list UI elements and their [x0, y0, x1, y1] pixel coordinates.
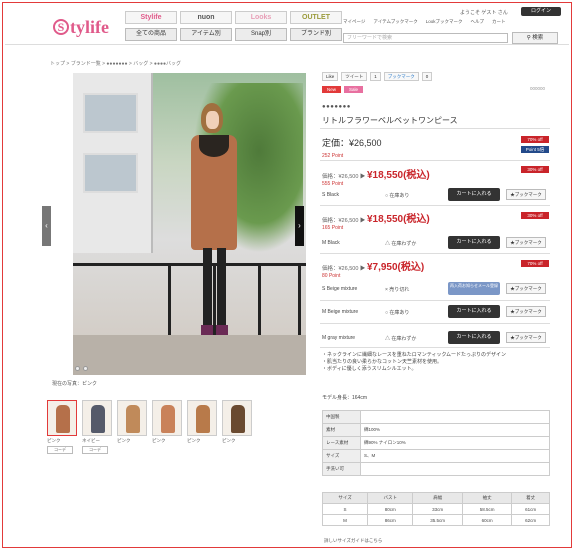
site-header: Stylife Stylife nuon Looks OUTLET 全ての商品 … — [5, 5, 569, 45]
bookmark-button[interactable]: ★ブックマーク — [506, 237, 546, 248]
thumbnail-item[interactable]: ピンク コーデ — [47, 400, 77, 457]
like-button[interactable]: Like — [322, 72, 339, 81]
variant-row: M gray mixture △ 在庫わずか カートに入れる ★ブックマーク — [322, 331, 550, 346]
brand-tab-stylife[interactable]: Stylife — [125, 11, 177, 24]
variant-price: 価格：¥26,500 ▶ ¥18,550(税込) 165 Point — [322, 214, 430, 231]
nav-tab-snap[interactable]: Snap別 — [235, 28, 287, 41]
restock-notify-button[interactable]: 再入荷お知らせメール登録 — [448, 282, 500, 295]
welcome-text: ようこそ ゲスト さん — [460, 10, 508, 16]
nav-tab-item[interactable]: アイテム別 — [180, 28, 232, 41]
link-mypage[interactable]: マイページ — [343, 19, 365, 25]
brand-tabs: Stylife nuon Looks OUTLET — [125, 11, 342, 24]
regular-price: 定価：¥26,500 252 Point — [322, 138, 382, 159]
new-badge: New — [322, 86, 342, 93]
brand-tab-outlet[interactable]: OUTLET — [290, 11, 342, 24]
model-figure — [183, 103, 243, 363]
tweet-button[interactable]: ツイート — [341, 72, 368, 81]
point-tag: Point 5倍 — [521, 146, 549, 153]
thumbnail-item[interactable]: ピンク — [222, 400, 252, 457]
link-cart[interactable]: カート — [492, 19, 506, 25]
thumbnail-item[interactable]: ピンク — [187, 400, 217, 457]
search-input[interactable]: フリーワードで検索 — [343, 33, 508, 43]
discount-tag: 70% off — [521, 136, 549, 143]
gallery-dots[interactable] — [75, 366, 88, 371]
link-item-bookmark[interactable]: アイテムブックマーク — [373, 19, 417, 25]
link-help[interactable]: ヘルプ — [470, 19, 484, 25]
table-row: M 86cm 35.5cm 60cm 62cm — [321, 514, 550, 526]
model-height: モデル身長：164cm — [322, 395, 368, 401]
variant-price: 価格：¥26,500 ▶ ¥18,550(税込) 555 Point — [322, 170, 430, 187]
top-links: マイページ アイテムブックマーク Lookブックマーク ヘルプ カート — [343, 19, 505, 25]
bookmark-button[interactable]: ★ブックマーク — [506, 283, 546, 294]
add-to-cart-button[interactable]: カートに入れる — [448, 236, 500, 249]
product-description: ・ネックラインに繊細なレースを重ねたロマンティックムードたっぷりのデザイン ・肌… — [322, 352, 507, 372]
add-to-cart-button[interactable]: カートに入れる — [448, 331, 500, 344]
discount-tag: 30% off — [521, 166, 549, 173]
tweet-count: 1 — [370, 72, 381, 81]
color-caption: 現在の写真：ピンク — [52, 381, 98, 387]
bookmark-button[interactable]: ★ブックマーク — [506, 306, 546, 317]
thumbnail-item[interactable]: ピンク — [152, 400, 182, 457]
site-logo[interactable]: Stylife — [53, 17, 109, 38]
product-brand[interactable]: ●●●●●●● — [322, 104, 351, 110]
bookmark-button[interactable]: ★ブックマーク — [506, 332, 546, 343]
table-row: 素材 綿100% — [322, 423, 550, 437]
table-row: 中国製 — [322, 410, 550, 424]
table-header-row: サイズ バスト 肩幅 袖丈 着丈 — [321, 492, 550, 504]
social-buttons: Like ツイート 1 ブックマーク 0 — [322, 72, 433, 81]
discount-tag: 70% off — [521, 260, 549, 267]
link-look-bookmark[interactable]: Lookブックマーク — [426, 19, 463, 25]
table-row: サイズ S、M — [322, 449, 550, 463]
product-badges: New Sale — [322, 86, 364, 93]
sale-badge: Sale — [344, 86, 364, 93]
add-to-cart-button[interactable]: カートに入れる — [448, 305, 500, 318]
variant-row: S Black ○ 在庫あり カートに入れる ★ブックマーク — [322, 188, 550, 203]
sku-code: 000000 — [530, 86, 546, 91]
search-button[interactable]: ⚲ 検索 — [512, 32, 558, 44]
spec-table: 中国製 素材 綿100% レース素材 綿90% ナイロン10% サイズ S、M 手洗い… — [322, 410, 550, 476]
variant-row: S Beige mixture × 売り切れ 再入荷お知らせメール登録 ★ブック… — [322, 282, 550, 297]
bookmark-share-button[interactable]: ブックマーク — [383, 72, 419, 81]
nav-tab-brand[interactable]: ブランド別 — [290, 28, 342, 41]
size-guide-link[interactable]: 詳しいサイズガイドはこちら — [324, 538, 382, 544]
bookmark-count: 0 — [421, 72, 433, 81]
brand-tab-nuon[interactable]: nuon — [180, 11, 232, 24]
discount-tag: 30% off — [521, 212, 549, 219]
bookmark-button[interactable]: ★ブックマーク — [506, 189, 546, 200]
thumbnail-strip: ピンク コーデ ネイビー コーデ ピンク ピンク ピンク ピンク — [47, 400, 252, 457]
gallery-prev-button[interactable]: ‹ — [42, 206, 51, 246]
nav-tab-all[interactable]: 全ての商品 — [125, 28, 177, 41]
table-row: 手洗い可 — [322, 462, 550, 476]
brand-tab-looks[interactable]: Looks — [235, 11, 287, 24]
breadcrumb: トップ > ブランド一覧 > ●●●●●●● > バッグ > ●●●●バッグ — [50, 61, 182, 67]
gallery-next-button[interactable]: › — [295, 206, 304, 246]
thumbnail-item[interactable]: ピンク — [117, 400, 147, 457]
variant-row: M Beige mixture ○ 在庫あり カートに入れる ★ブックマーク — [322, 305, 550, 320]
product-name: リトルフラワーベルベットワンピース — [322, 116, 458, 125]
login-button[interactable]: ログイン — [521, 7, 561, 16]
size-table: サイズ バスト 肩幅 袖丈 着丈 S 80cm 33cm 58.5cm 61cm M 86cm 35… — [321, 492, 550, 526]
product-photo[interactable] — [73, 73, 306, 375]
thumbnail-item[interactable]: ネイビー コーデ — [82, 400, 112, 457]
nav-tabs: 全ての商品 アイテム別 Snap別 ブランド別 — [125, 28, 342, 41]
variant-row: M Black △ 在庫わずか カートに入れる ★ブックマーク — [322, 236, 550, 251]
variant-price: 価格：¥26,500 ▶ ¥7,950(税込) 80 Point — [322, 262, 425, 279]
table-row: レース素材 綿90% ナイロン10% — [322, 436, 550, 450]
add-to-cart-button[interactable]: カートに入れる — [448, 188, 500, 201]
table-row: S 80cm 33cm 58.5cm 61cm — [321, 503, 550, 515]
